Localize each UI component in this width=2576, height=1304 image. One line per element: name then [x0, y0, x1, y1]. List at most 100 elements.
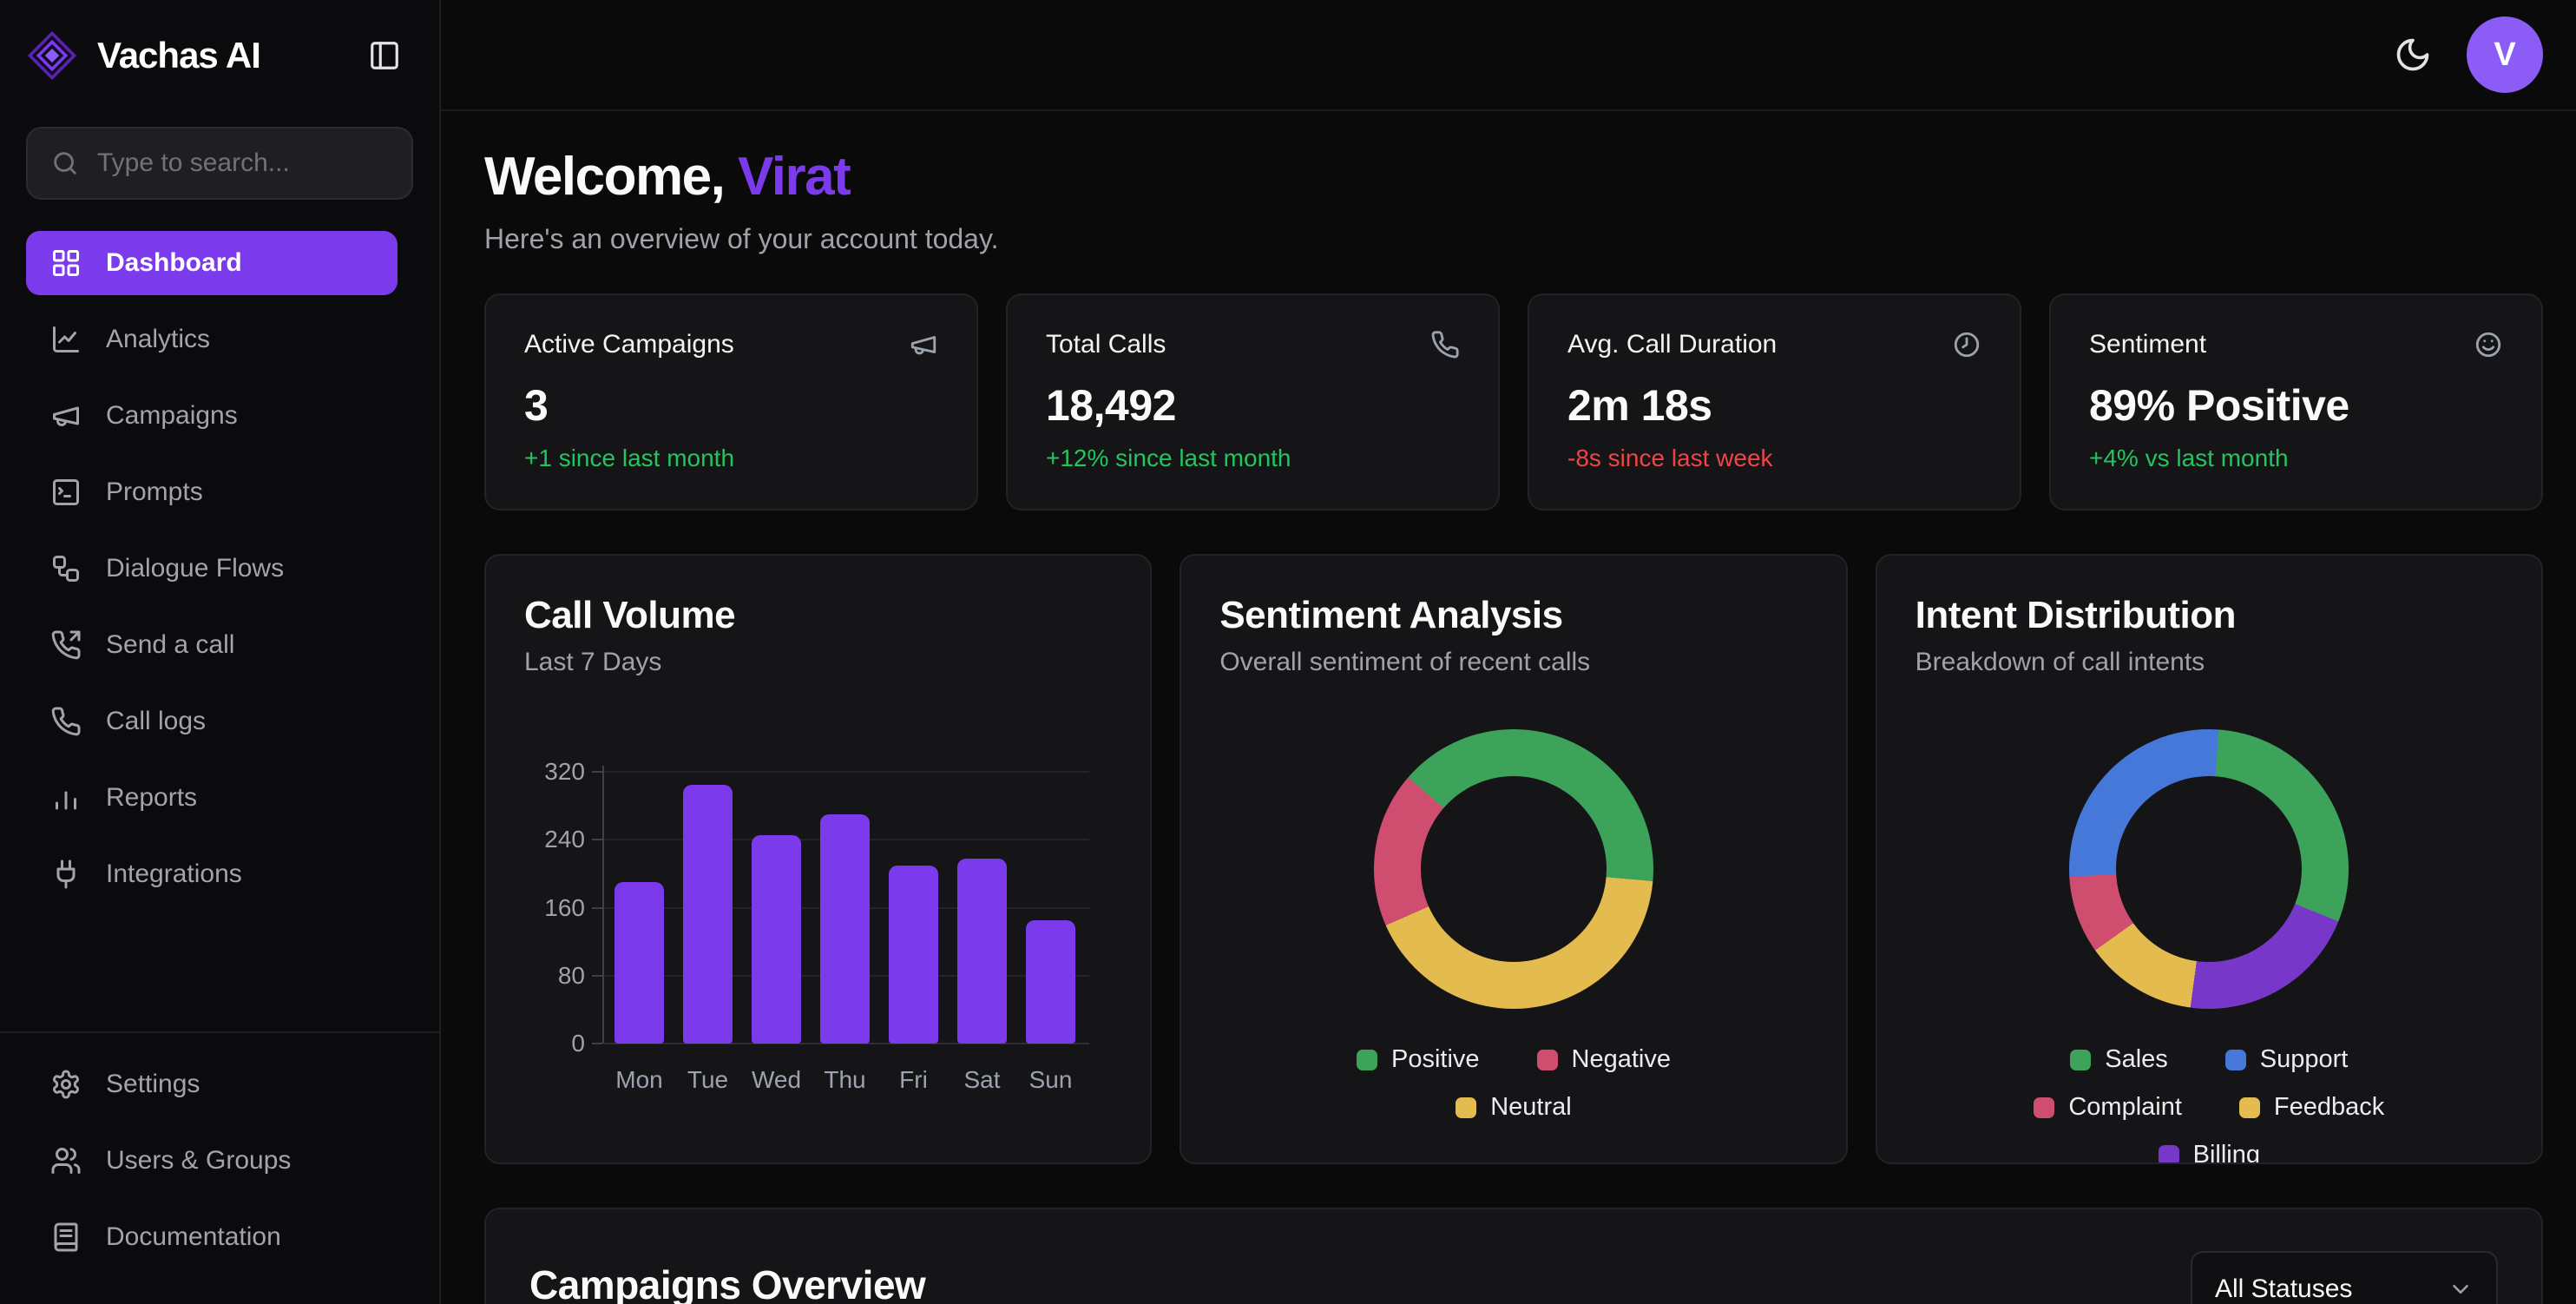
x-tick-label: Sat: [957, 1066, 1007, 1094]
sentiment-donut-chart: [1374, 729, 1653, 1009]
legend-row: Billing: [2159, 1141, 2260, 1164]
sidebar-item-prompts[interactable]: Prompts: [26, 460, 398, 524]
sidebar-search: [26, 127, 413, 200]
legend-chip: [1456, 1097, 1476, 1118]
panel-left-icon: [368, 39, 401, 72]
stat-label: Avg. Call Duration: [1567, 330, 1777, 359]
gridline: [604, 771, 1089, 773]
clock-icon: [1952, 330, 1981, 359]
sidebar-item-campaigns[interactable]: Campaigns: [26, 384, 398, 448]
bar-x-labels: MonTueWedThuFriSatSun: [614, 1066, 1089, 1094]
bar-wed: [752, 835, 801, 1044]
sidebar: Vachas AI Dashboard Analytic: [0, 0, 441, 1304]
stat-value: 2m 18s: [1567, 380, 1981, 431]
chart-subtitle: Last 7 Days: [524, 648, 1112, 677]
stat-label: Total Calls: [1046, 330, 1166, 359]
sidebar-item-call-logs[interactable]: Call logs: [26, 689, 398, 754]
search-box[interactable]: [26, 127, 413, 200]
legend-label: Neutral: [1490, 1093, 1572, 1122]
sidebar-item-label: Analytics: [106, 325, 210, 354]
legend-row: PositiveNegative: [1357, 1045, 1671, 1074]
stat-label: Sentiment: [2089, 330, 2206, 359]
sidebar-item-label: Dashboard: [106, 248, 242, 278]
chart-title: Sentiment Analysis: [1219, 594, 1807, 637]
legend-chip: [2070, 1050, 2091, 1070]
sidebar-item-reports[interactable]: Reports: [26, 766, 398, 830]
legend-item: Sales: [2070, 1045, 2168, 1074]
phone-outgoing-icon: [50, 629, 82, 661]
plug-icon: [50, 859, 82, 890]
app-root: Vachas AI Dashboard Analytic: [0, 0, 2576, 1304]
legend-item: Billing: [2159, 1141, 2260, 1164]
intent-donut-chart: [2069, 729, 2349, 1009]
legend-item: Support: [2225, 1045, 2349, 1074]
search-input[interactable]: [97, 148, 432, 178]
campaigns-overview-card: Campaigns Overview A summary of your rec…: [484, 1208, 2543, 1304]
sidebar-item-label: Prompts: [106, 477, 203, 507]
page-title: Welcome, Virat: [484, 146, 2543, 207]
legend-item: Positive: [1357, 1045, 1480, 1074]
stats-row: Active Campaigns 3 +1 since last month T…: [484, 293, 2543, 510]
x-tick-label: Tue: [683, 1066, 733, 1094]
avatar[interactable]: V: [2467, 16, 2543, 93]
bar-fri: [889, 866, 938, 1044]
call-volume-card: Call Volume Last 7 Days 080160240320 Mon…: [484, 554, 1152, 1164]
sidebar-footer: Settings Users & Groups Documentation: [0, 1031, 439, 1304]
axis-tick: [592, 839, 602, 840]
legend-label: Sales: [2105, 1045, 2168, 1074]
users-icon: [50, 1145, 82, 1176]
dashboard-content: Welcome, Virat Here's an overview of you…: [441, 111, 2576, 1304]
theme-toggle-button[interactable]: [2394, 36, 2432, 74]
legend-label: Billing: [2193, 1141, 2260, 1164]
legend-chip: [1537, 1050, 1558, 1070]
smile-icon: [2474, 330, 2503, 359]
phone-icon: [50, 706, 82, 737]
intent-distribution-card: Intent Distribution Breakdown of call in…: [1876, 554, 2543, 1164]
sidebar-item-settings[interactable]: Settings: [26, 1052, 398, 1116]
status-filter-select[interactable]: All Statuses: [2191, 1251, 2498, 1304]
stat-label: Active Campaigns: [524, 330, 734, 359]
legend-chip: [2225, 1050, 2246, 1070]
stat-value: 89% Positive: [2089, 380, 2503, 431]
bar-mon: [614, 882, 664, 1044]
legend-item: Feedback: [2239, 1093, 2384, 1122]
legend-chip: [1357, 1050, 1377, 1070]
sidebar-toggle-button[interactable]: [368, 39, 401, 72]
axis-tick: [592, 907, 602, 909]
sentiment-legend: PositiveNegative Neutral: [1219, 1045, 1807, 1122]
line-chart-icon: [50, 324, 82, 355]
stat-value: 3: [524, 380, 938, 431]
sidebar-item-users-groups[interactable]: Users & Groups: [26, 1129, 398, 1193]
phone-icon: [1430, 330, 1460, 359]
stat-delta: -8s since last week: [1567, 445, 1981, 472]
sidebar-item-integrations[interactable]: Integrations: [26, 842, 398, 906]
sidebar-item-analytics[interactable]: Analytics: [26, 307, 398, 372]
axis-tick: [592, 975, 602, 977]
sidebar-item-documentation[interactable]: Documentation: [26, 1205, 398, 1269]
stat-card-sentiment: Sentiment 89% Positive +4% vs last month: [2049, 293, 2543, 510]
bar-chart: 080160240320 MonTueWedThuFriSatSun: [524, 731, 1112, 1094]
dashboard-grid-icon: [50, 247, 82, 279]
bar-plot: 080160240320: [604, 731, 1089, 1044]
stat-value: 18,492: [1046, 380, 1460, 431]
chart-title: Call Volume: [524, 594, 1112, 637]
topbar: V: [441, 0, 2576, 111]
sidebar-item-send-a-call[interactable]: Send a call: [26, 613, 398, 677]
workflow-icon: [50, 553, 82, 584]
intent-legend: SalesSupportComplaintFeedbackBilling: [1916, 1045, 2503, 1164]
megaphone-icon: [909, 330, 938, 359]
bar-thu: [820, 814, 870, 1044]
sidebar-item-dialogue-flows[interactable]: Dialogue Flows: [26, 537, 398, 601]
x-tick-label: Thu: [820, 1066, 870, 1094]
page-subtitle: Here's an overview of your account today…: [484, 223, 2543, 255]
sidebar-item-dashboard[interactable]: Dashboard: [26, 231, 398, 295]
megaphone-icon: [50, 400, 82, 431]
bar-chart-icon: [50, 782, 82, 813]
stat-card-avg-call-duration: Avg. Call Duration 2m 18s -8s since last…: [1528, 293, 2021, 510]
sidebar-nav: Dashboard Analytics Campaigns Prompts Di…: [0, 219, 439, 1031]
legend-row: Sales Support: [2070, 1045, 2348, 1074]
avatar-initial: V: [2494, 36, 2515, 74]
sidebar-item-label: Dialogue Flows: [106, 554, 284, 583]
y-tick-label: 80: [558, 962, 585, 990]
legend-chip: [2034, 1097, 2054, 1118]
